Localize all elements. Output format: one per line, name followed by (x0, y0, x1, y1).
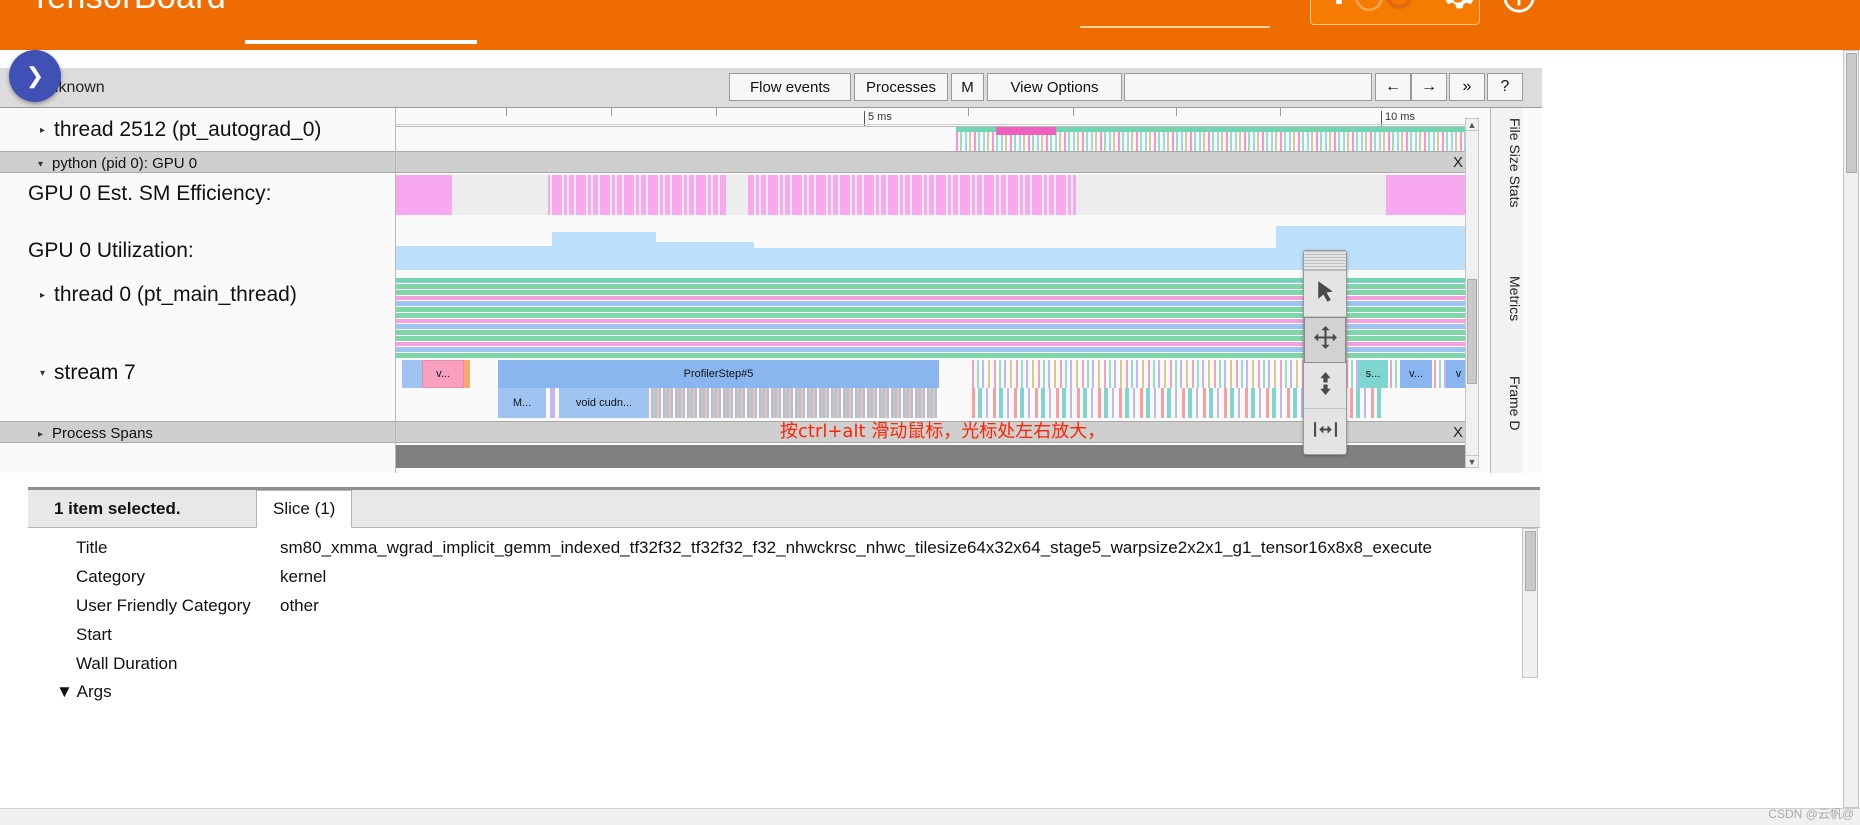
chevron-right-icon-2512[interactable]: ▸ (40, 125, 45, 136)
select-mode-button[interactable] (1304, 271, 1346, 317)
gear-icon[interactable] (1441, 0, 1475, 14)
horizontal-zoom-button[interactable] (1304, 409, 1346, 455)
slice-v-right[interactable]: v... (1400, 360, 1432, 388)
track-thread-2512[interactable]: ▸ thread 2512 (pt_autograd_0) (40, 118, 321, 142)
chevron-down-icon-stream7[interactable]: ▾ (40, 368, 45, 379)
vertical-zoom-button[interactable] (1304, 363, 1346, 409)
detail-key-start: Start (76, 625, 112, 644)
lane-thread-2512-events[interactable] (396, 127, 1471, 151)
detail-key-category: Category (76, 567, 145, 586)
timeline-vertical-scrollbar[interactable] (1465, 118, 1479, 468)
inactive-underline (1080, 26, 1270, 28)
slice-v-small[interactable]: v... (422, 360, 464, 388)
selection-count: 1 item selected. (54, 499, 181, 518)
view-options-button[interactable]: View Options (987, 73, 1122, 101)
page-scrollbar-thumb[interactable] (1846, 53, 1857, 173)
track-gpu-utilization: GPU 0 Utilization: (28, 239, 194, 262)
nav-next-button[interactable]: → (1411, 73, 1447, 101)
inactive-label: INACTIVE (1100, 0, 1197, 2)
reload-icon[interactable] (1382, 0, 1416, 14)
page-vertical-scrollbar[interactable] (1843, 50, 1859, 808)
detail-row-wall-duration: Wall Duration (28, 654, 1540, 683)
reload-circle-icon (1352, 0, 1386, 14)
tab-slice[interactable]: Slice (1) (256, 490, 353, 528)
detail-row-title: Title sm80_xmma_wgrad_implicit_gemm_inde… (28, 538, 1540, 567)
scroll-up-arrow[interactable]: ▲ (1465, 118, 1479, 131)
help-button[interactable]: ? (1487, 73, 1523, 101)
app-header: TensorBoard PYTORCH_PROFILER INACTIVE (0, 0, 1860, 50)
group-close-button[interactable]: X (1453, 154, 1463, 171)
track-thread-0[interactable]: ▸ thread 0 (pt_main_thread) (40, 283, 297, 307)
detail-key-wall-duration: Wall Duration (76, 654, 178, 673)
search-input[interactable] (1124, 73, 1372, 101)
chevron-right-icon-thread0[interactable]: ▸ (40, 290, 45, 301)
detail-row-category: Category kernel (28, 567, 1540, 596)
annotation-text: 按ctrl+alt 滑动鼠标，光标处左右放大， (780, 421, 1106, 442)
pan-mode-button[interactable] (1304, 317, 1346, 363)
track-label-column: ▸ thread 2512 (pt_autograd_0) GPU 0 Est. … (0, 108, 396, 473)
active-tab-underline (245, 40, 477, 44)
slice-m[interactable]: M... (498, 388, 546, 418)
details-scrollbar-thumb[interactable] (1525, 531, 1536, 591)
arrows-vertical-icon (1313, 371, 1338, 401)
info-icon[interactable] (1502, 0, 1536, 14)
right-side-tabs: File Size Stats Metrics Frame D (1490, 108, 1523, 473)
slice-void-cudnn[interactable]: void cudn... (559, 388, 649, 418)
process-spans-close-button[interactable]: X (1453, 424, 1463, 441)
timeline-scrollbar-thumb[interactable] (1467, 279, 1477, 384)
expand-sidebar-button[interactable]: ❯ (9, 50, 61, 102)
detail-value-category: kernel (280, 567, 327, 586)
processes-button[interactable]: Processes (854, 73, 948, 101)
scroll-down-arrow[interactable]: ▼ (1465, 455, 1479, 468)
upload-icon[interactable] (1322, 0, 1356, 14)
tensorboard-logo: TensorBoard (30, 0, 226, 17)
move-cross-icon (1313, 325, 1338, 355)
page-horizontal-scrollbar[interactable] (0, 808, 1860, 825)
tab-pytorch-profiler[interactable]: PYTORCH_PROFILER (245, 0, 462, 2)
cursor-arrow-icon (1313, 279, 1338, 309)
details-tabbar: 1 item selected. Slice (1) (28, 490, 1540, 528)
metrics-button[interactable]: M (951, 73, 984, 101)
detail-value-user-friendly-category: other (280, 596, 319, 615)
args-expander[interactable]: ▼ Args (56, 682, 112, 702)
watermark: CSDN @云帆@ (1768, 807, 1854, 821)
detail-row-start: Start (28, 625, 1540, 654)
timeline-mode-toolbar[interactable] (1303, 250, 1347, 455)
lane-sm-efficiency[interactable] (396, 175, 1471, 215)
slice-profiler-step[interactable]: ProfilerStep#5 (498, 360, 939, 388)
detail-key-title: Title (76, 538, 108, 557)
toolbar-drag-handle[interactable] (1304, 251, 1346, 271)
tab-metrics[interactable]: Metrics (1491, 270, 1523, 327)
chevron-right-icon: ❯ (25, 63, 45, 88)
slice-s[interactable]: s... (1358, 360, 1388, 388)
details-vertical-scrollbar[interactable] (1522, 528, 1538, 678)
nav-more-button[interactable]: » (1449, 73, 1485, 101)
detail-key-user-friendly-category: User Friendly Category (76, 596, 251, 615)
details-panel: 1 item selected. Slice (1) Title sm80_xm… (28, 487, 1540, 807)
detail-value-title: sm80_xmma_wgrad_implicit_gemm_indexed_tf… (280, 538, 1432, 557)
arrows-horizontal-icon (1313, 417, 1338, 447)
flow-events-button[interactable]: Flow events (729, 73, 851, 101)
nav-prev-button[interactable]: ← (1375, 73, 1411, 101)
trace-viewer-toolbar: Unknown Flow events Processes M View Opt… (0, 68, 1542, 108)
detail-row-user-friendly-category: User Friendly Category other (28, 596, 1540, 625)
track-sm-efficiency: GPU 0 Est. SM Efficiency: (28, 182, 272, 205)
tab-frame-data[interactable]: Frame D (1491, 370, 1523, 436)
tab-file-size-stats[interactable]: File Size Stats (1491, 112, 1523, 213)
track-stream-7[interactable]: ▾ stream 7 (40, 361, 136, 385)
